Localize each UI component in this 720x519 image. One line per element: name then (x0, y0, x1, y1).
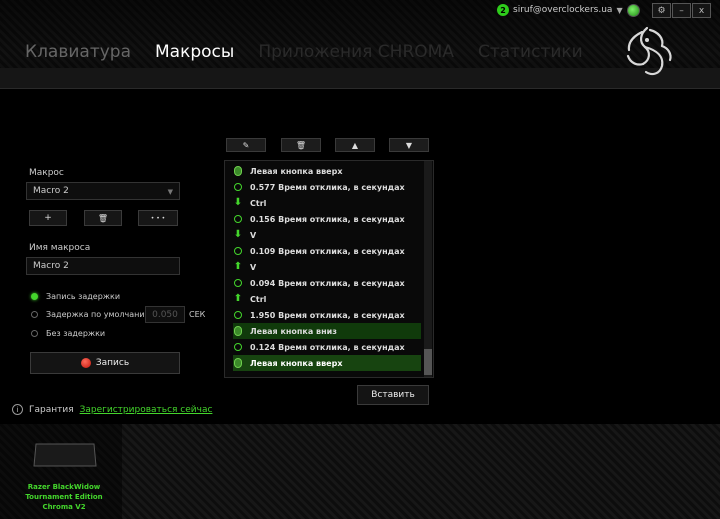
event-text: 0.156 Время отклика, в секундах (250, 214, 405, 224)
list-item[interactable]: Левая кнопка вниз (233, 323, 421, 339)
device-name-line: Chroma V2 (42, 503, 86, 511)
insert-button[interactable]: Вставить (357, 385, 429, 405)
macro-event-list[interactable]: Левая кнопка вверх 0.577 Время отклика, … (224, 160, 434, 378)
radio-dot-selected (31, 293, 38, 300)
event-text: Левая кнопка вниз (250, 326, 337, 336)
edit-event-button[interactable]: ✎ (226, 138, 266, 152)
keyboard-device-icon[interactable] (32, 440, 98, 470)
event-text: 0.577 Время отклика, в секундах (250, 182, 405, 192)
delay-unit-label: СЕК (189, 310, 206, 319)
arrow-down-icon: ⬇ (233, 229, 243, 240)
macro-name-value: Macro 2 (33, 261, 69, 271)
list-item[interactable]: 0.124 Время отклика, в секундах (233, 339, 421, 355)
radio-record-delay-label: Запись задержки (46, 292, 121, 301)
macro-label: Макрос (29, 168, 64, 178)
device-name-line: Tournament Edition (25, 493, 103, 501)
clock-icon (234, 279, 242, 287)
macro-select-value: Macro 2 (33, 186, 69, 196)
tab-chroma-apps: Приложения CHROMA (258, 42, 454, 62)
macro-select[interactable]: Macro 2 ▼ (26, 182, 180, 200)
list-item[interactable]: Левая кнопка вверх (233, 163, 421, 179)
chevron-down-icon: ▼ (167, 188, 173, 196)
event-text: 0.124 Время отклика, в секундах (250, 342, 405, 352)
event-text: 0.109 Время отклика, в секундах (250, 246, 405, 256)
macro-name-label: Имя макроса (29, 243, 91, 253)
tab-macros[interactable]: Макросы (155, 42, 234, 62)
arrow-down-icon: ▼ (405, 140, 413, 150)
clock-icon (234, 183, 242, 191)
register-link[interactable]: Зарегистрироваться сейчас (80, 405, 213, 415)
move-up-button[interactable]: ▲ (335, 138, 375, 152)
warranty-row: i Гарантия Зарегистрироваться сейчас (12, 404, 212, 415)
arrow-down-icon: ⬇ (233, 197, 243, 208)
device-name-line: Razer BlackWidow (27, 483, 101, 491)
macro-name-field[interactable]: Macro 2 (26, 257, 180, 275)
list-item[interactable]: 0.156 Время отклика, в секундах (233, 211, 421, 227)
scrollbar-thumb[interactable] (424, 349, 432, 375)
window-controls: ⚙ – x (652, 3, 711, 18)
info-icon: i (12, 404, 23, 415)
arrow-up-icon: ▲ (351, 140, 359, 150)
radio-no-delay[interactable]: Без задержки (31, 329, 105, 338)
list-item[interactable]: 0.094 Время отклика, в секундах (233, 275, 421, 291)
clock-icon (234, 215, 242, 223)
warranty-label: Гарантия (29, 404, 74, 415)
event-text: V (250, 230, 257, 240)
pencil-icon: ✎ (242, 140, 250, 150)
event-text: Ctrl (250, 198, 267, 208)
trash-icon: 🗑 (295, 140, 307, 150)
radio-record-delay[interactable]: Запись задержки (31, 292, 120, 301)
mouse-icon (234, 326, 242, 336)
event-text: 1.950 Время отклика, в секундах (250, 310, 405, 320)
radio-default-delay[interactable]: Задержка по умолчанию (31, 310, 151, 319)
arrow-up-icon: ⬆ (233, 293, 243, 304)
clock-icon (234, 343, 242, 351)
event-text: Ctrl (250, 294, 267, 304)
clock-icon (234, 311, 242, 319)
delete-event-button[interactable]: 🗑 (281, 138, 321, 152)
list-item[interactable]: ⬆ V (233, 259, 421, 275)
event-text: 0.094 Время отклика, в секундах (250, 278, 405, 288)
tab-stats: Статистики (477, 42, 583, 62)
add-macro-button[interactable]: + (29, 210, 67, 226)
main-tabs: Клавиатура Макросы Приложения CHROMA Ста… (25, 42, 607, 62)
minimize-button[interactable]: – (672, 3, 691, 18)
record-icon (80, 358, 91, 368)
list-item[interactable]: ⬆ Ctrl (233, 291, 421, 307)
settings-button[interactable]: ⚙ (652, 3, 671, 18)
default-delay-input[interactable]: 0.050 (145, 306, 185, 323)
mouse-icon (234, 166, 242, 176)
device-name[interactable]: Razer BlackWidow Tournament Edition Chro… (14, 482, 114, 512)
notification-badge[interactable]: 2 (497, 4, 509, 16)
event-text: Левая кнопка вверх (250, 166, 343, 176)
radio-default-delay-label: Задержка по умолчанию (46, 310, 152, 319)
radio-dot (31, 330, 38, 337)
event-text: V (250, 262, 257, 272)
tab-keyboard[interactable]: Клавиатура (25, 42, 131, 62)
delete-macro-button[interactable]: 🗑 (84, 210, 122, 226)
user-area[interactable]: 2 siruf@overclockers.ua ▼ (497, 3, 640, 17)
user-menu-chevron-icon[interactable]: ▼ (616, 6, 622, 15)
user-email[interactable]: siruf@overclockers.ua (513, 5, 612, 15)
arrow-up-icon: ⬆ (233, 261, 243, 272)
radio-dot (31, 311, 38, 318)
more-options-button[interactable]: • • • (138, 210, 178, 226)
synapse-status-icon[interactable] (626, 3, 640, 17)
list-scrollbar[interactable] (424, 161, 432, 377)
list-item[interactable]: 0.577 Время отклика, в секундах (233, 179, 421, 195)
list-item[interactable]: ⬇ Ctrl (233, 195, 421, 211)
close-button[interactable]: x (692, 3, 711, 18)
list-item[interactable]: ⬇ V (233, 227, 421, 243)
clock-icon (234, 247, 242, 255)
list-item[interactable]: 0.109 Время отклика, в секундах (233, 243, 421, 259)
record-button-label: Запись (95, 358, 130, 368)
razer-logo-icon (626, 26, 672, 76)
record-button[interactable]: Запись (30, 352, 180, 374)
list-item[interactable]: 1.950 Время отклика, в секундах (233, 307, 421, 323)
list-item-selected[interactable]: Левая кнопка вверх (233, 355, 421, 371)
move-down-button[interactable]: ▼ (389, 138, 429, 152)
event-text: Левая кнопка вверх (250, 358, 343, 368)
radio-no-delay-label: Без задержки (46, 329, 106, 338)
mouse-icon (234, 358, 242, 368)
